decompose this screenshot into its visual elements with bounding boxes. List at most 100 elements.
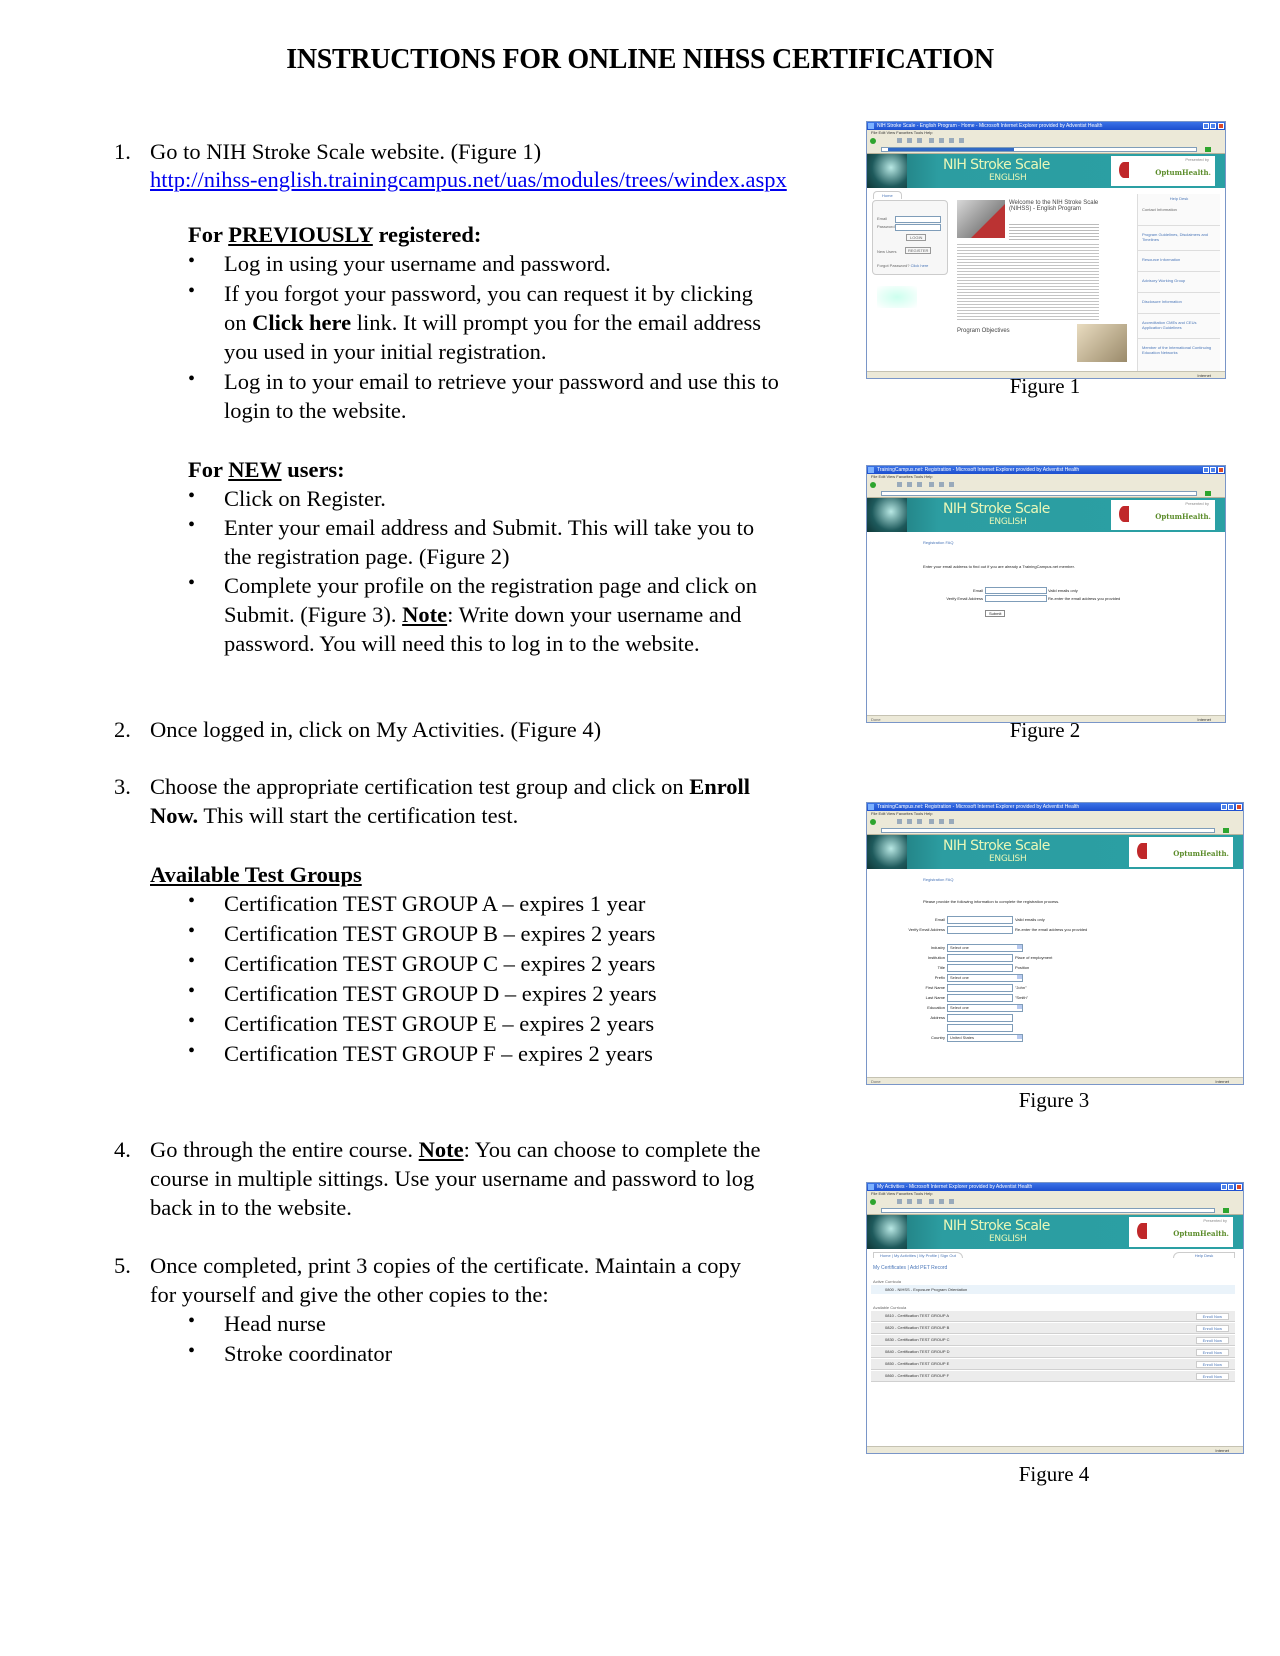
note-label: Note bbox=[402, 602, 448, 627]
select-value: Select one bbox=[950, 1005, 969, 1010]
verify-email-field bbox=[985, 595, 1047, 602]
toolbar-icon bbox=[897, 138, 902, 143]
bullet-icon: • bbox=[188, 250, 196, 272]
toolbar-icon bbox=[939, 1199, 944, 1204]
list-item-continued: password. You will need this to log in t… bbox=[224, 631, 700, 656]
optum-logo: OptumHealth. bbox=[1155, 168, 1211, 177]
banner-image bbox=[867, 154, 907, 188]
site-nav: Home | My Activities | My Profile | Sign… bbox=[873, 1252, 963, 1258]
step-text-continued: back in to the website. bbox=[150, 1195, 352, 1220]
nav-sign-out: Sign Out bbox=[940, 1253, 956, 1258]
toolbar-icon bbox=[907, 138, 912, 143]
form-field bbox=[947, 984, 1013, 992]
minimize-icon bbox=[1203, 123, 1209, 129]
step-text-continued: course in multiple sittings. Use your us… bbox=[150, 1166, 755, 1191]
enroll-now-button: Enroll Now bbox=[1195, 1349, 1229, 1356]
bullet-icon: • bbox=[188, 1010, 196, 1032]
bullet-icon: • bbox=[188, 1040, 196, 1062]
minimize-icon bbox=[1221, 804, 1227, 810]
toolbar-icon bbox=[929, 482, 934, 487]
list-item: Log in using your username and password. bbox=[224, 251, 611, 276]
email-label: Email bbox=[972, 588, 983, 593]
banner-title: NIH Stroke Scale bbox=[943, 1218, 1050, 1234]
address-bar bbox=[867, 827, 1243, 835]
email-field bbox=[985, 587, 1047, 594]
curricula-row: 0820 - Certification TEST GROUP B Enroll … bbox=[871, 1323, 1235, 1334]
heading-text: For bbox=[188, 457, 229, 482]
select-value: United States bbox=[950, 1035, 975, 1040]
window-title-bar: TrainingCampus.net: Registration - Micro… bbox=[867, 803, 1243, 811]
list-item-continued: the registration page. (Figure 2) bbox=[224, 544, 510, 569]
nihss-website-link[interactable]: http://nihss-english.trainingcampus.net/… bbox=[150, 165, 787, 194]
step-text-continued: for yourself and give the other copies t… bbox=[150, 1282, 549, 1307]
site-banner: NIH Stroke Scale ENGLISH Presented by Op… bbox=[867, 154, 1225, 188]
back-icon bbox=[870, 482, 876, 488]
toolbar bbox=[867, 136, 1225, 146]
form-select: Select one bbox=[947, 944, 1023, 952]
list-item: Log in to your email to retrieve your pa… bbox=[224, 369, 779, 394]
ie-icon bbox=[868, 123, 874, 129]
toolbar-icon bbox=[907, 482, 912, 487]
form-field bbox=[947, 964, 1013, 972]
login-button: LOGIN bbox=[906, 234, 927, 241]
list-item: Enter your email address and Submit. Thi… bbox=[224, 515, 755, 540]
banner-subtitle: ENGLISH bbox=[989, 1234, 1027, 1244]
toolbar-icon bbox=[929, 1199, 934, 1204]
back-icon bbox=[870, 1199, 876, 1205]
url-field bbox=[881, 1208, 1215, 1213]
forgot-label: Forgot Password? bbox=[877, 263, 910, 268]
maximize-icon bbox=[1210, 467, 1216, 473]
form-label: Country bbox=[930, 1035, 945, 1040]
list-item: Click on Register. bbox=[224, 486, 386, 511]
text: Go through the entire course. bbox=[150, 1137, 419, 1162]
help-link: Disclosure Information bbox=[1138, 293, 1220, 314]
dropdown-arrow-icon bbox=[1017, 975, 1022, 979]
welcome-heading: Welcome to the NIH Stroke Scale (NIHSS) … bbox=[1009, 200, 1099, 212]
toolbar bbox=[867, 1197, 1243, 1207]
program-description bbox=[957, 242, 1099, 322]
welcome-text bbox=[1009, 222, 1099, 240]
list-item-continued: login to the website. bbox=[224, 398, 407, 423]
bullet-icon: • bbox=[188, 572, 196, 594]
submit-button: Submit bbox=[985, 610, 1006, 617]
heart-logo-icon bbox=[1137, 843, 1147, 859]
email-hint: Valid emails only bbox=[1048, 588, 1078, 593]
figure-2-caption: Figure 2 bbox=[1009, 718, 1081, 742]
form-field bbox=[947, 916, 1013, 924]
toolbar bbox=[867, 817, 1243, 827]
form-label: Verify Email Address bbox=[908, 927, 945, 932]
register-button: REGISTER bbox=[905, 247, 932, 254]
help-link: Contact Information bbox=[1138, 201, 1220, 226]
close-icon bbox=[1236, 804, 1242, 810]
figure-1-screenshot: NIH Stroke Scale - English Program - Hom… bbox=[866, 121, 1226, 379]
toolbar-icon bbox=[949, 138, 954, 143]
step-number: 2. bbox=[114, 717, 131, 742]
toolbar-icon bbox=[949, 482, 954, 487]
toolbar-icon bbox=[907, 1199, 912, 1204]
form-select: Select one bbox=[947, 974, 1023, 982]
enroll-now-button: Enroll Now bbox=[1195, 1337, 1229, 1344]
form-field bbox=[947, 1024, 1013, 1032]
form-select: Select one bbox=[947, 1004, 1023, 1012]
maximize-icon bbox=[1228, 804, 1234, 810]
banner-title: NIH Stroke Scale bbox=[943, 838, 1050, 854]
bullet-icon: • bbox=[188, 920, 196, 942]
curricula-title: 0850 - Certification TEST GROUP E bbox=[885, 1361, 950, 1366]
enroll-now-button: Enroll Now bbox=[1195, 1361, 1229, 1368]
site-banner: NIH Stroke Scale ENGLISH Presented by Op… bbox=[867, 1215, 1243, 1249]
curricula-title: 0840 - Certification TEST GROUP D bbox=[885, 1349, 950, 1354]
site-banner: NIH Stroke Scale ENGLISH Presented by Op… bbox=[867, 498, 1225, 532]
optum-logo: OptumHealth. bbox=[1173, 849, 1229, 858]
test-group-item: Certification TEST GROUP C – expires 2 y… bbox=[224, 951, 656, 976]
registration-faq-link: Registration FAQ bbox=[923, 540, 954, 545]
test-group-item: Certification TEST GROUP A – expires 1 y… bbox=[224, 891, 646, 916]
sponsor-logo: Presented by OptumHealth. bbox=[1111, 156, 1215, 186]
dropdown-arrow-icon bbox=[1017, 1005, 1022, 1009]
bullet-icon: • bbox=[188, 514, 196, 536]
help-desk-panel: Help Desk Contact Information Program Gu… bbox=[1137, 194, 1220, 374]
toolbar-icon bbox=[897, 1199, 902, 1204]
toolbar-icon bbox=[939, 138, 944, 143]
previously-registered-heading: For PREVIOUSLY registered: bbox=[188, 220, 481, 249]
password-label: Password bbox=[877, 224, 895, 229]
toolbar-icon bbox=[949, 1199, 954, 1204]
